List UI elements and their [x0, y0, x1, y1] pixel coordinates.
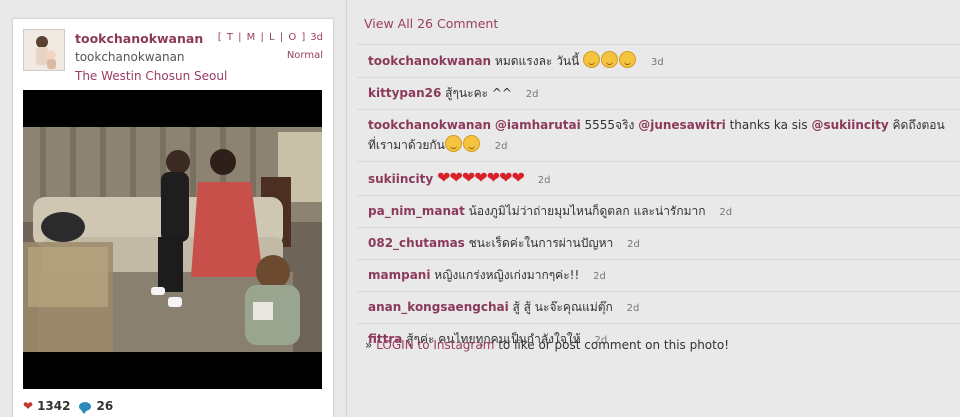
comment-text: หมดแรงละ วันนี้ [494, 54, 580, 68]
comment-username[interactable]: sukiincity [368, 172, 433, 186]
comment-username[interactable]: pa_nim_manat [368, 204, 465, 218]
smile-emoji-icon [619, 51, 637, 68]
owner-fullname: tookchanokwanan [75, 50, 185, 64]
comment-time: 2d [593, 271, 606, 282]
comment-username[interactable]: tookchanokwanan [368, 118, 491, 132]
mention-link[interactable]: @iamharutai [495, 118, 581, 132]
smile-emoji-icon [601, 51, 619, 68]
comment-count: 26 [96, 399, 114, 413]
comment-time: 2d [494, 141, 508, 152]
emoji-group [583, 51, 637, 68]
comment-item: tookchanokwanan @iamharutai 5555จริง @ju… [357, 109, 960, 161]
comment-text: ชนะเร็ดค่ะในการผ่านปัญหา [468, 236, 614, 250]
smile-emoji-icon [462, 135, 480, 152]
view-all-comments-link[interactable]: View All 26 Comment [364, 16, 498, 31]
post-time: 3d [310, 32, 323, 43]
comment-username[interactable]: mampani [368, 268, 430, 282]
comment-text: thanks ka sis [729, 118, 808, 132]
comment-item: anan_kongsaengchai สู้ สู้ นะจ๊ะคุณแม่ตุ… [357, 291, 960, 323]
post-stats: ❤ 1342 26 [23, 399, 114, 414]
comment-time: 2d [537, 175, 551, 186]
photo-scene [23, 127, 322, 352]
comment-username[interactable]: kittypan26 [368, 86, 441, 100]
smile-emoji-icon [444, 135, 462, 152]
size-options[interactable]: [ T | M | L | O ] 3d [218, 32, 323, 43]
column-divider [346, 0, 347, 417]
comment-bubble-icon[interactable] [79, 401, 92, 414]
comment-username[interactable]: tookchanokwanan [368, 54, 491, 68]
comment-text: สู้ สู้ นะจ๊ะคุณแม่ตุ๊ก [512, 300, 613, 314]
comment-time: 2d [627, 239, 640, 250]
mention-link[interactable]: @sukiincity [811, 118, 888, 132]
comment-list: tookchanokwanan หมดแรงละ วันนี้ 3d kitty… [357, 44, 960, 355]
post-card: tookchanokwanan tookchanokwanan The West… [12, 18, 334, 417]
comment-text: หญิงแกร่งหญิงเก่งมากๆค่ะ!! [434, 268, 580, 282]
comment-username[interactable]: 082_chutamas [368, 236, 465, 250]
comment-text: 5555จริง [584, 118, 635, 132]
filter-name: Normal [286, 50, 323, 61]
comment-item: tookchanokwanan หมดแรงละ วันนี้ 3d [357, 44, 960, 77]
smile-emoji-icon [583, 51, 601, 68]
comment-item: sukiincity ❤❤❤❤❤❤❤ 2d [357, 161, 960, 195]
comment-text: สู้ๆนะคะ ^^ [445, 86, 512, 100]
size-options-label[interactable]: [ T | M | L | O ] [218, 32, 307, 43]
comment-time: 3d [651, 57, 664, 68]
like-count: 1342 [37, 399, 71, 413]
comment-time: 2d [626, 303, 640, 314]
comment-time: 2d [719, 207, 733, 218]
post-photo[interactable] [23, 90, 322, 389]
avatar-image [24, 30, 64, 70]
comment-item: pa_nim_manat น้องภูมิไม่ว่าถ่ายมุมไหนก็ด… [357, 195, 960, 227]
comment-item: 082_chutamas ชนะเร็ดค่ะในการผ่านปัญหา 2d [357, 227, 960, 259]
login-suffix: to like or post comment on this photo! [494, 338, 730, 352]
login-prompt: » LOGIN to Instagram to like or post com… [365, 338, 729, 352]
comment-item: mampani หญิงแกร่งหญิงเก่งมากๆค่ะ!! 2d [357, 259, 960, 291]
owner-avatar[interactable] [23, 29, 65, 71]
login-prefix: » [365, 338, 377, 352]
mention-link[interactable]: @junesawitri [638, 118, 726, 132]
location-link[interactable]: The Westin Chosun Seoul [75, 69, 227, 83]
comment-item: kittypan26 สู้ๆนะคะ ^^ 2d [357, 77, 960, 109]
login-link[interactable]: LOGIN to Instagram [376, 338, 494, 352]
hearts-emoji-icon: ❤❤❤❤❤❤❤ [437, 168, 525, 187]
emoji-group [444, 135, 481, 152]
comment-time: 2d [525, 89, 539, 100]
owner-username[interactable]: tookchanokwanan [75, 31, 203, 46]
comment-username[interactable]: anan_kongsaengchai [368, 300, 509, 314]
heart-icon[interactable]: ❤ [23, 399, 33, 413]
comment-text: น้องภูมิไม่ว่าถ่ายมุมไหนก็ดูตลก และน่ารั… [468, 204, 706, 218]
